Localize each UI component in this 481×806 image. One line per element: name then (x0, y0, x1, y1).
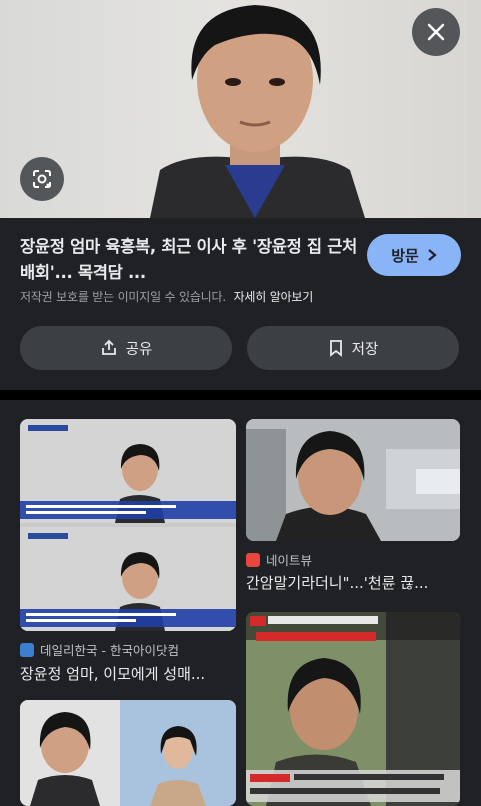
result-caption[interactable]: 장윤정 엄마, 이모에게 성매... (20, 663, 245, 684)
news-screenshot-image (20, 419, 236, 631)
google-lens-icon (33, 170, 51, 188)
save-button[interactable]: 저장 (247, 326, 459, 370)
copyright-notice: 저작권 보호를 받는 이미지일 수 있습니다. 자세히 알아보기 (20, 288, 313, 305)
news-screenshot-image (246, 612, 460, 806)
image-title[interactable]: 장윤정 엄마 육흥복, 최근 이사 후 '장윤정 집 근처 배회'... 목격담… (20, 234, 360, 286)
result-thumbnail[interactable] (20, 419, 236, 631)
outdoor-photo-image (246, 419, 460, 541)
preview-image[interactable] (0, 0, 481, 218)
close-button[interactable] (412, 8, 460, 56)
visit-label: 방문 (391, 246, 419, 265)
save-label: 저장 (351, 341, 379, 358)
share-icon (101, 339, 116, 355)
result-thumbnail[interactable] (246, 612, 460, 806)
result-source-label: 네이트뷰 (266, 553, 313, 568)
learn-more-link[interactable]: 자세히 알아보기 (234, 290, 314, 304)
result-caption[interactable]: 간암말기라더니"...'천륜 끊... (246, 572, 471, 593)
copyright-text: 저작권 보호를 받는 이미지일 수 있습니다. (20, 290, 226, 304)
chevron-right-icon (428, 249, 437, 261)
person-photo (150, 5, 365, 218)
google-lens-button[interactable] (20, 157, 64, 201)
news-screenshot-image (20, 700, 236, 806)
share-label: 공유 (125, 341, 153, 358)
related-images-grid: 데일리한국 - 한국아이닷컴 장윤정 엄마, 이모에게 성매... 네이트뷰 간… (0, 400, 481, 806)
visit-button[interactable]: 방문 (367, 234, 461, 276)
result-source-label: 데일리한국 - 한국아이닷컴 (40, 643, 179, 658)
result-source[interactable]: 데일리한국 - 한국아이닷컴 (20, 640, 179, 659)
image-detail-panel: 장윤정 엄마 육흥복, 최근 이사 후 '장윤정 집 근처 배회'... 목격담… (0, 218, 481, 390)
section-divider (0, 390, 481, 400)
bookmark-icon (329, 340, 342, 357)
close-icon (427, 23, 445, 41)
site-favicon-icon (246, 552, 260, 567)
site-favicon-icon (20, 642, 34, 657)
result-thumbnail[interactable] (246, 419, 460, 541)
share-button[interactable]: 공유 (20, 326, 232, 370)
result-source[interactable]: 네이트뷰 (246, 550, 312, 569)
result-thumbnail[interactable] (20, 700, 236, 806)
